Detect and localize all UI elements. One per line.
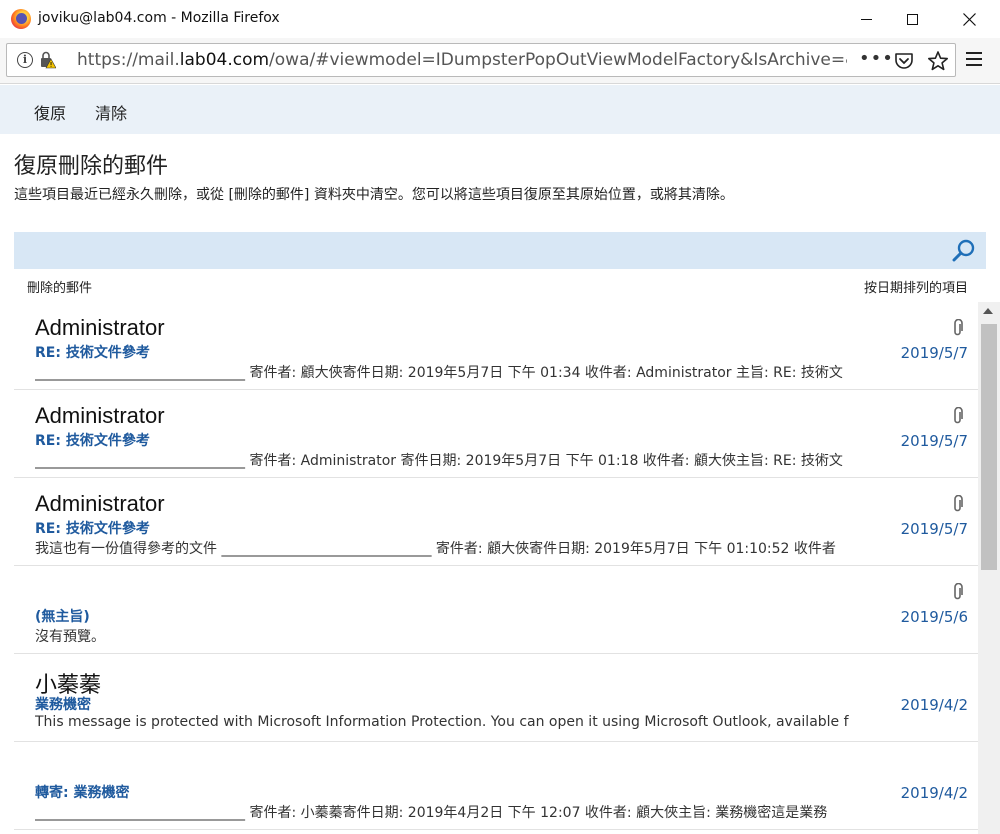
list-item[interactable]: Administrator RE: 技術文件參考 _______________… [14, 390, 978, 478]
minimize-button[interactable] [843, 4, 889, 34]
purge-button[interactable]: 清除 [95, 100, 127, 124]
deleted-items-list: Administrator RE: 技術文件參考 _______________… [14, 302, 978, 834]
maximize-button[interactable] [889, 4, 935, 34]
insecure-lock-icon[interactable] [40, 51, 56, 69]
restore-button[interactable]: 復原 [34, 100, 66, 124]
search-icon[interactable] [952, 239, 976, 263]
page-title: 復原刪除的郵件 [14, 154, 169, 179]
scroll-up-arrow-icon[interactable] [983, 308, 993, 314]
item-preview: This message is protected with Microsoft… [35, 714, 849, 730]
item-preview: ______________________________ 寄件者: 小蓁蓁寄… [35, 805, 828, 821]
window-titlebar: joviku@lab04.com - Mozilla Firefox [0, 0, 1000, 38]
item-preview: 我這也有一份值得參考的文件 __________________________… [35, 541, 836, 557]
item-subject: RE: 技術文件參考 [35, 345, 150, 361]
item-sender: Administrator [35, 491, 165, 516]
item-preview: 沒有預覽。 [35, 629, 105, 645]
sort-by-date-button[interactable]: 按日期排列的項目 [864, 277, 968, 296]
minimize-icon [860, 18, 872, 20]
item-sender: Administrator [35, 403, 165, 428]
scrollbar-thumb[interactable] [981, 324, 997, 570]
navigation-toolbar: i https://mail.lab04.com/owa/#viewmodel=… [0, 38, 1000, 84]
address-bar[interactable]: i https://mail.lab04.com/owa/#viewmodel=… [6, 43, 956, 77]
item-date: 2019/5/7 [900, 520, 968, 538]
list-item[interactable]: (無主旨) 沒有預覽。 2019/5/6 [14, 566, 978, 654]
item-sender: Administrator [35, 315, 165, 340]
list-scrollbar[interactable] [978, 302, 1000, 834]
item-preview: ______________________________ 寄件者: Admi… [35, 453, 843, 469]
item-date: 2019/4/2 [900, 696, 968, 714]
item-date: 2019/5/7 [900, 344, 968, 362]
window-title: joviku@lab04.com - Mozilla Firefox [38, 10, 280, 26]
close-icon [962, 12, 976, 26]
list-item[interactable]: Administrator RE: 技術文件參考 _______________… [14, 302, 978, 390]
item-date: 2019/5/7 [900, 432, 968, 450]
hamburger-menu-icon[interactable] [966, 52, 982, 66]
item-preview: ______________________________ 寄件者: 顧大俠寄… [35, 365, 843, 381]
bookmark-star-icon[interactable] [927, 50, 949, 72]
pocket-icon[interactable] [894, 52, 914, 70]
page-description: 這些項目最近已經永久刪除，或從 [刪除的郵件] 資料夾中清空。您可以將這些項目復… [14, 187, 734, 203]
search-bar[interactable] [14, 232, 986, 269]
url-host: lab04.com [179, 50, 270, 70]
page-actions-button[interactable]: ••• [859, 48, 894, 69]
item-subject: RE: 技術文件參考 [35, 433, 150, 449]
paperclip-icon [954, 495, 963, 512]
url-text[interactable]: https://mail.lab04.com/owa/#viewmodel=ID… [77, 50, 847, 70]
url-path: /owa/#viewmodel=IDumpsterPopOutViewModel… [269, 50, 847, 70]
item-subject: RE: 技術文件參考 [35, 521, 150, 537]
url-prefix: https://mail. [77, 50, 180, 70]
paperclip-icon [954, 407, 963, 424]
item-date: 2019/4/2 [900, 784, 968, 802]
list-item[interactable]: 轉寄: 業務機密 ______________________________ … [14, 742, 978, 830]
paperclip-icon [954, 319, 963, 336]
maximize-icon [906, 13, 918, 25]
item-subject: 轉寄: 業務機密 [35, 785, 130, 801]
list-item[interactable]: Administrator RE: 技術文件參考 我這也有一份值得參考的文件 _… [14, 478, 978, 566]
item-date: 2019/5/6 [900, 608, 968, 626]
command-bar: 復原 清除 [0, 85, 1000, 134]
list-header-deleted: 刪除的郵件 [27, 281, 93, 296]
firefox-logo-icon [11, 9, 31, 29]
item-subject: 業務機密 [35, 697, 91, 713]
list-item[interactable]: 小蓁蓁 業務機密 This message is protected with … [14, 654, 978, 742]
info-icon[interactable]: i [17, 52, 33, 68]
close-button[interactable] [946, 4, 992, 34]
paperclip-icon [954, 583, 963, 600]
item-subject: (無主旨) [35, 609, 90, 625]
